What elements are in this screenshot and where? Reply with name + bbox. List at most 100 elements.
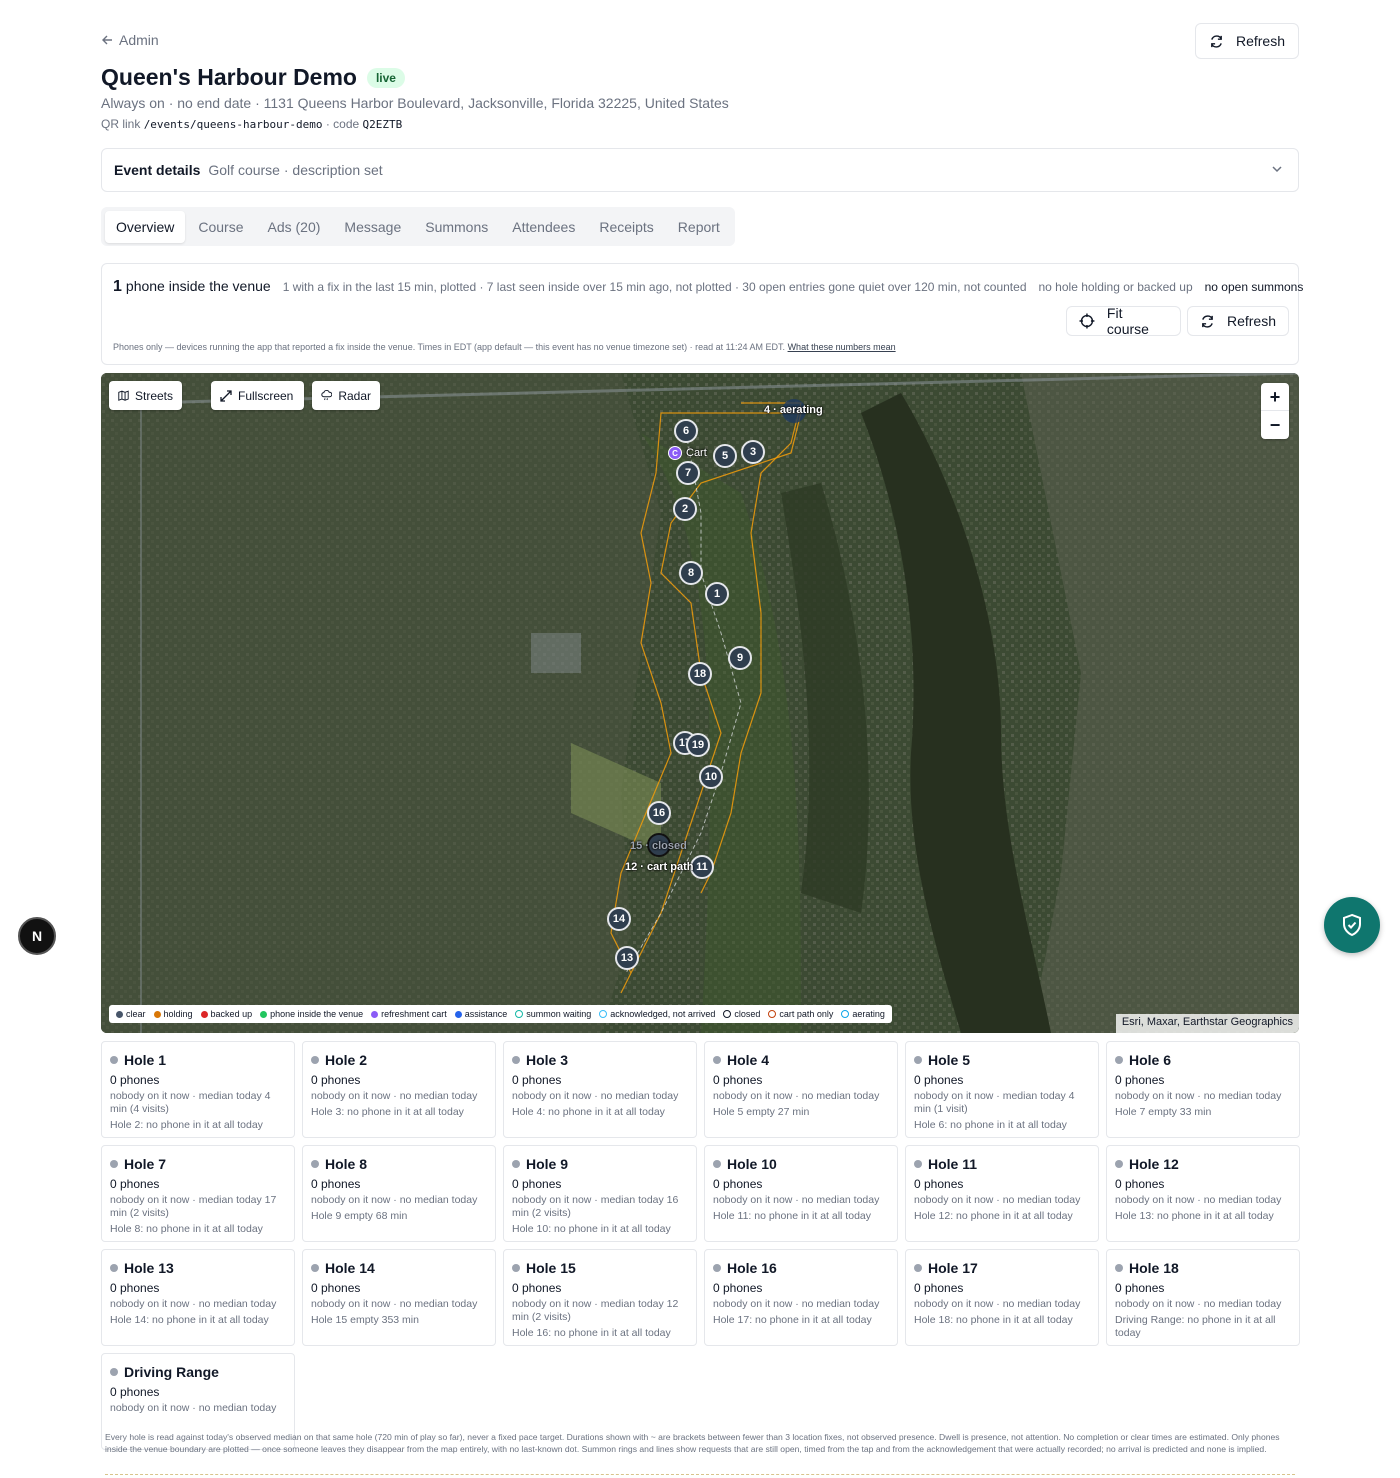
- zoom-out-button[interactable]: −: [1261, 411, 1289, 439]
- status-dot: [311, 1160, 319, 1168]
- hole-10-marker[interactable]: 10: [699, 765, 723, 789]
- legend-holding-swatch: [153, 1010, 161, 1018]
- hole-card[interactable]: Hole 14 0 phones nobody on it now · no med…: [302, 1249, 496, 1346]
- hole-13-marker[interactable]: 13: [615, 946, 639, 970]
- hole-card[interactable]: Hole 16 0 phones nobody on it now · no med…: [704, 1249, 898, 1346]
- phone-fix-detail: 1 with a fix in the last 15 min, plotted…: [282, 280, 1027, 294]
- map-attribution[interactable]: Esri, Maxar, Earthstar Geographics: [1115, 1014, 1299, 1033]
- hole-name: Hole 15: [526, 1260, 576, 1276]
- hole-2-marker[interactable]: 2: [673, 497, 697, 521]
- hole-median-info: nobody on it now · no median today: [110, 1402, 277, 1414]
- refresh-icon: [1211, 34, 1222, 48]
- hole-card-title: Hole 3: [512, 1052, 688, 1068]
- hole-card[interactable]: Hole 3 0 phones nobody on it now · no medi…: [503, 1041, 697, 1138]
- hole-11-marker[interactable]: 11: [690, 855, 714, 879]
- tab-receipts[interactable]: Receipts: [588, 211, 664, 243]
- tab-summons[interactable]: Summons: [414, 211, 499, 243]
- cart-path-label: 12 · cart path: [625, 861, 694, 873]
- map-refresh-button[interactable]: Refresh: [1187, 306, 1289, 336]
- status-dot: [1115, 1056, 1123, 1064]
- hole-19-marker[interactable]: 19: [686, 733, 710, 757]
- hole-name: Hole 8: [325, 1156, 368, 1172]
- legend-holding: holding: [153, 1009, 193, 1019]
- hole-card[interactable]: Hole 7 0 phones nobody on it now · median …: [101, 1145, 295, 1242]
- hole-16-marker[interactable]: 16: [647, 801, 671, 825]
- hole-18-marker[interactable]: 18: [688, 662, 712, 686]
- hole-card[interactable]: Hole 15 0 phones nobody on it now · median…: [503, 1249, 697, 1346]
- refresh-icon: [1202, 314, 1213, 328]
- status-dot: [110, 1264, 118, 1272]
- hole-7-marker[interactable]: 7: [676, 461, 700, 485]
- hole-card[interactable]: Hole 8 0 phones nobody on it now · no medi…: [302, 1145, 496, 1242]
- shield-button[interactable]: [1324, 897, 1380, 953]
- hole-phone-count: 0 phones: [1115, 1177, 1165, 1191]
- status-dot: [1115, 1160, 1123, 1168]
- tab-course[interactable]: Course: [187, 211, 254, 243]
- numbers-help-link[interactable]: What these numbers mean: [788, 342, 896, 352]
- hole-card[interactable]: Hole 5 0 phones nobody on it now · median …: [905, 1041, 1099, 1138]
- qr-line: QR link /events/queens-harbour-demo · co…: [101, 117, 402, 131]
- tab-attendees[interactable]: Attendees: [501, 211, 586, 243]
- legend-cart-path-only-swatch: [768, 1010, 777, 1018]
- tab-ads[interactable]: Ads (20): [257, 211, 332, 243]
- hole-card[interactable]: Hole 18 0 phones nobody on it now · no med…: [1106, 1249, 1300, 1346]
- refreshment-cart-marker[interactable]: C: [668, 446, 682, 460]
- hole-card[interactable]: Hole 4 0 phones nobody on it now · no medi…: [704, 1041, 898, 1138]
- hole-card[interactable]: Hole 17 0 phones nobody on it now · no med…: [905, 1249, 1099, 1346]
- hole-3-marker[interactable]: 3: [741, 440, 765, 464]
- legend-acknowledged: acknowledged, not arrived: [599, 1009, 715, 1019]
- tab-message[interactable]: Message: [333, 211, 412, 243]
- event-code: Q2EZTB: [362, 118, 403, 131]
- hole-phone-count: 0 phones: [311, 1073, 361, 1087]
- map-legend: clear holding backed up phone inside the…: [109, 1005, 892, 1023]
- event-details-toggle[interactable]: Event details Golf course · description …: [101, 148, 1299, 192]
- hole-card[interactable]: Hole 13 0 phones nobody on it now · no med…: [101, 1249, 295, 1346]
- hole-card[interactable]: Hole 10 0 phones nobody on it now · no med…: [704, 1145, 898, 1242]
- fullscreen-button[interactable]: Fullscreen: [211, 381, 304, 410]
- hole-median-info: nobody on it now · no median today: [110, 1298, 277, 1310]
- legend-phone-inside-swatch: [260, 1010, 268, 1018]
- course-map[interactable]: Streets Fullscreen Radar + − 4 · aeratin…: [101, 373, 1299, 1033]
- streets-toggle-button[interactable]: Streets: [109, 381, 182, 410]
- hole-card-title: Hole 4: [713, 1052, 889, 1068]
- hole-14-marker[interactable]: 14: [607, 907, 631, 931]
- legend-assistance: assistance: [454, 1009, 507, 1019]
- fit-course-button[interactable]: Fit course: [1066, 305, 1181, 337]
- legend-holding-label: holding: [163, 1009, 193, 1019]
- tab-report[interactable]: Report: [667, 211, 731, 243]
- hole-card[interactable]: Hole 9 0 phones nobody on it now · median …: [503, 1145, 697, 1242]
- hole-card[interactable]: Hole 6 0 phones nobody on it now · no medi…: [1106, 1041, 1300, 1138]
- live-badge: live: [366, 67, 405, 88]
- refresh-button[interactable]: Refresh: [1195, 23, 1299, 59]
- hole-6-marker[interactable]: 6: [674, 419, 698, 443]
- legend-refreshment-cart-swatch: [371, 1010, 379, 1018]
- map-icon: [118, 390, 129, 401]
- hole-card[interactable]: Hole 12 0 phones nobody on it now · no med…: [1106, 1145, 1300, 1242]
- fullscreen-label: Fullscreen: [238, 388, 294, 403]
- n-badge-button[interactable]: N: [18, 917, 56, 955]
- hole-card[interactable]: Hole 2 0 phones nobody on it now · no medi…: [302, 1041, 496, 1138]
- next-hole-info: Hole 7 empty 33 min: [1115, 1106, 1212, 1118]
- back-link[interactable]: Admin: [101, 32, 159, 48]
- summary-footnote: Phones only — devices running the app th…: [113, 342, 896, 352]
- hole-phone-count: 0 phones: [311, 1177, 361, 1191]
- next-hole-info: Hole 12: no phone in it at all today: [914, 1210, 1073, 1222]
- hole-card-title: Hole 6: [1115, 1052, 1291, 1068]
- next-hole-info: Hole 18: no phone in it at all today: [914, 1314, 1073, 1326]
- page-title: Queen's Harbour Demo: [101, 64, 357, 90]
- legend-refreshment-cart: refreshment cart: [371, 1009, 447, 1019]
- hole-card[interactable]: Hole 11 0 phones nobody on it now · no med…: [905, 1145, 1099, 1242]
- next-hole-info: Hole 3: no phone in it at all today: [311, 1106, 464, 1118]
- hole-5-marker[interactable]: 5: [713, 444, 737, 468]
- hole-8-marker[interactable]: 8: [679, 561, 703, 585]
- zoom-in-button[interactable]: +: [1261, 383, 1289, 411]
- legend-cart-path-only-label: cart path only: [779, 1009, 834, 1019]
- hole-9-marker[interactable]: 9: [728, 646, 752, 670]
- qr-path[interactable]: /events/queens-harbour-demo: [144, 118, 323, 131]
- cloud-rain-icon: [321, 389, 333, 401]
- tab-overview[interactable]: Overview: [105, 210, 186, 243]
- radar-toggle-button[interactable]: Radar: [312, 381, 380, 410]
- hole-phone-count: 0 phones: [110, 1385, 160, 1399]
- hole-1-marker[interactable]: 1: [705, 582, 729, 606]
- hole-card[interactable]: Hole 1 0 phones nobody on it now · median …: [101, 1041, 295, 1138]
